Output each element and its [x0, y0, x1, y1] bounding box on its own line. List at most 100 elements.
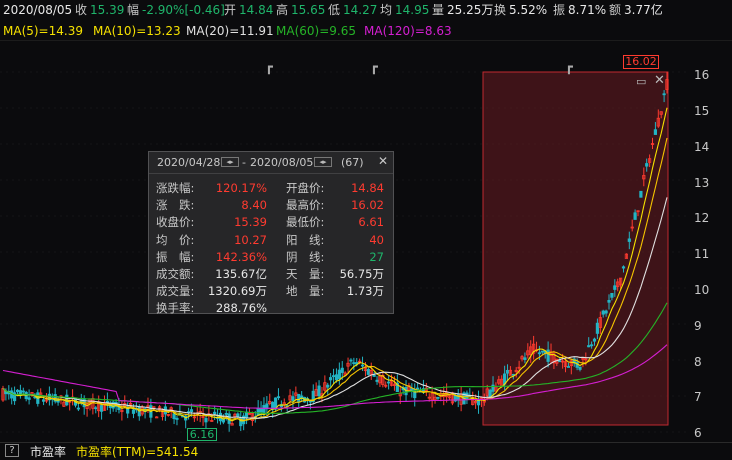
- change-label: 幅: [127, 3, 140, 17]
- candle-body: [436, 397, 440, 399]
- volume-label: 量: [432, 3, 445, 17]
- range-stats-popup: 2020/04/28 ◂▸ - 2020/08/05 ◂▸ (67) ✕ 涨跌幅…: [148, 151, 394, 316]
- candle-body: [375, 379, 379, 382]
- candle-body: [213, 411, 217, 415]
- y-tick-label: 9: [694, 318, 702, 333]
- end-date-stepper-icon[interactable]: ◂▸: [314, 157, 332, 167]
- stat-value: 120.17%: [215, 181, 267, 195]
- candle-body: [523, 357, 527, 360]
- y-tick-label: 13: [694, 175, 710, 190]
- stat-label: 最低价:: [286, 215, 325, 230]
- candle-body: [189, 409, 194, 413]
- turnover-value: 5.52%: [509, 3, 548, 17]
- candle-body: [94, 407, 98, 410]
- candle-body: [41, 399, 46, 402]
- low-price-marker: 6.16: [187, 428, 217, 441]
- day-count: (67): [341, 156, 364, 169]
- close-label: 收: [75, 3, 88, 17]
- close-selection-icon[interactable]: ✕: [654, 73, 665, 88]
- close-icon[interactable]: ✕: [378, 154, 388, 168]
- stat-label: 换手率:: [156, 301, 195, 316]
- amount-label: 额: [609, 3, 622, 17]
- candle-body: [505, 369, 510, 374]
- date-separator: -: [242, 156, 246, 169]
- stat-value: 6.61: [358, 215, 384, 230]
- avg-value: 14.95: [395, 3, 430, 17]
- candle-body: [633, 212, 637, 220]
- candle-body: [627, 238, 631, 242]
- candle-body: [99, 405, 104, 412]
- candle-body: [537, 352, 542, 355]
- range-marker-icon: ┏: [565, 60, 573, 75]
- stat-label: 涨跌幅:: [156, 181, 195, 195]
- candle-body: [331, 375, 336, 378]
- ma10-value: MA(10)=13.23: [93, 24, 181, 38]
- candle-body: [540, 350, 544, 353]
- candle-body: [587, 345, 591, 348]
- stat-value: 135.67亿: [215, 267, 267, 281]
- stat-label: 涨 跌:: [156, 198, 195, 213]
- start-date: 2020/04/28: [157, 156, 221, 169]
- candle-body: [366, 368, 370, 375]
- candle-body: [131, 409, 136, 414]
- stat-value: 1.73万: [346, 284, 384, 299]
- turnover-label: 换: [494, 3, 507, 17]
- candle-body: [387, 381, 391, 384]
- stat-label: 均 价:: [156, 232, 195, 247]
- candle-body: [639, 190, 643, 198]
- candle-body: [236, 413, 240, 418]
- candle-body: [566, 366, 571, 368]
- candle-body: [317, 385, 321, 397]
- candle-body: [15, 389, 20, 393]
- ma5-value: MA(5)=14.39: [3, 24, 83, 38]
- candle-body: [352, 362, 356, 365]
- candle-body: [175, 417, 179, 420]
- range-marker-icon: ┏: [370, 60, 378, 75]
- candle-body: [592, 338, 597, 342]
- stat-label: 振 幅:: [156, 249, 195, 264]
- candle-body: [360, 364, 365, 367]
- stat-value: 142.36%: [215, 249, 267, 264]
- candle-body: [204, 418, 208, 423]
- stat-label: 成交额:: [156, 267, 195, 281]
- candle-body: [558, 360, 562, 363]
- candle-body: [21, 390, 25, 393]
- y-tick-label: 14: [694, 139, 710, 154]
- maximize-icon[interactable]: ▭: [636, 75, 646, 88]
- y-tick-label: 11: [694, 247, 710, 262]
- stat-label: 成交量:: [156, 284, 195, 299]
- candle-body: [12, 392, 17, 402]
- popup-header: 2020/04/28 ◂▸ - 2020/08/05 ◂▸ (67) ✕: [149, 152, 393, 174]
- amplitude-label: 振: [553, 3, 566, 17]
- open-label: 开: [224, 3, 237, 17]
- candle-body: [349, 359, 353, 362]
- amount-value: 3.77亿: [624, 3, 663, 17]
- stat-label: 天 量:: [286, 267, 325, 281]
- y-tick-label: 12: [694, 211, 710, 226]
- stat-value: 15.39: [234, 215, 267, 230]
- stat-value: 8.40: [241, 198, 267, 213]
- candle-body: [276, 396, 281, 399]
- candle-body: [221, 419, 225, 423]
- y-tick-label: 6: [694, 426, 702, 441]
- candle-body: [224, 413, 228, 415]
- candle-body: [653, 129, 658, 135]
- high-label: 高: [276, 3, 289, 17]
- help-icon[interactable]: ?: [5, 444, 19, 457]
- candle-body: [607, 299, 611, 303]
- start-date-stepper-icon[interactable]: ◂▸: [221, 157, 239, 167]
- candle-body: [172, 413, 176, 420]
- candle-body: [18, 390, 22, 394]
- candle-body: [372, 374, 376, 377]
- high-value: 15.65: [291, 3, 326, 17]
- indicator-name[interactable]: 市盈率: [30, 445, 66, 459]
- candle-body: [604, 310, 608, 314]
- candle-body: [291, 396, 295, 401]
- candle-body: [488, 389, 492, 398]
- volume-value: 25.25万: [447, 3, 494, 17]
- stat-value: 10.27: [234, 232, 267, 247]
- stat-label: 最高价:: [286, 198, 325, 213]
- candle-body: [155, 416, 159, 419]
- ma120-value: MA(120)=8.63: [364, 24, 452, 38]
- indicator-bar: ? 市盈率 市盈率(TTM)=541.54: [0, 442, 732, 460]
